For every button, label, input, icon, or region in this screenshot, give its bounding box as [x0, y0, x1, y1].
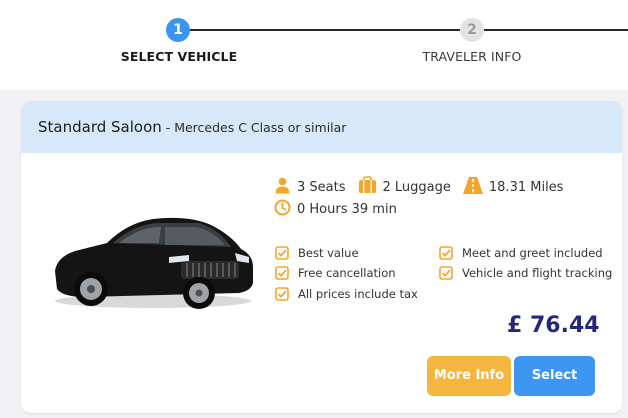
step-1-indicator[interactable]: 1 [166, 18, 190, 42]
vehicle-class: Standard Saloon [38, 118, 162, 136]
road-icon [462, 176, 483, 198]
feature-item: All prices include tax [275, 287, 418, 301]
suitcase-icon [358, 176, 377, 198]
step-2-indicator[interactable]: 2 [460, 18, 484, 42]
feature-label: Meet and greet included [462, 246, 603, 260]
checkbox-checked-icon [439, 266, 453, 280]
feature-item: Best value [275, 246, 359, 260]
step-1-label[interactable]: SELECT VEHICLE [100, 49, 258, 64]
vehicle-card: Standard Saloon - Mercedes C Class or si… [21, 101, 622, 413]
seats-count: 3 Seats [297, 179, 346, 195]
feature-item: Free cancellation [275, 266, 396, 280]
duration-row: 0 Hours 39 min [274, 199, 409, 220]
vehicle-title: Standard Saloon - Mercedes C Class or si… [38, 118, 346, 136]
vehicle-specs-row: 3 Seats 2 Luggage 18.31 Miles [274, 176, 575, 198]
vehicle-model: - Mercedes C Class or similar [161, 120, 347, 135]
booking-stepper: 1 2 SELECT VEHICLE TRAVELER INFO [0, 0, 628, 90]
clock-icon [274, 199, 291, 220]
stepper-connector [484, 29, 628, 31]
stepper-connector [178, 29, 460, 31]
more-info-button[interactable]: More Info [427, 356, 511, 396]
feature-label: Free cancellation [298, 266, 396, 280]
trip-distance: 18.31 Miles [488, 179, 564, 195]
feature-label: Vehicle and flight tracking [462, 266, 613, 280]
checkbox-checked-icon [275, 246, 289, 260]
person-icon [274, 177, 291, 198]
trip-duration: 0 Hours 39 min [297, 202, 397, 217]
luggage-count: 2 Luggage [382, 179, 451, 195]
vehicle-price: £ 76.44 [507, 313, 600, 338]
feature-label: All prices include tax [298, 287, 418, 301]
feature-label: Best value [298, 246, 359, 260]
feature-item: Meet and greet included [439, 246, 603, 260]
feature-item: Vehicle and flight tracking [439, 266, 612, 280]
vehicle-image [55, 217, 253, 309]
checkbox-checked-icon [439, 246, 453, 260]
step-2-label[interactable]: TRAVELER INFO [392, 49, 552, 64]
checkbox-checked-icon [275, 287, 289, 301]
checkbox-checked-icon [275, 266, 289, 280]
select-button[interactable]: Select [514, 356, 595, 396]
vehicle-card-header: Standard Saloon - Mercedes C Class or si… [21, 101, 622, 153]
